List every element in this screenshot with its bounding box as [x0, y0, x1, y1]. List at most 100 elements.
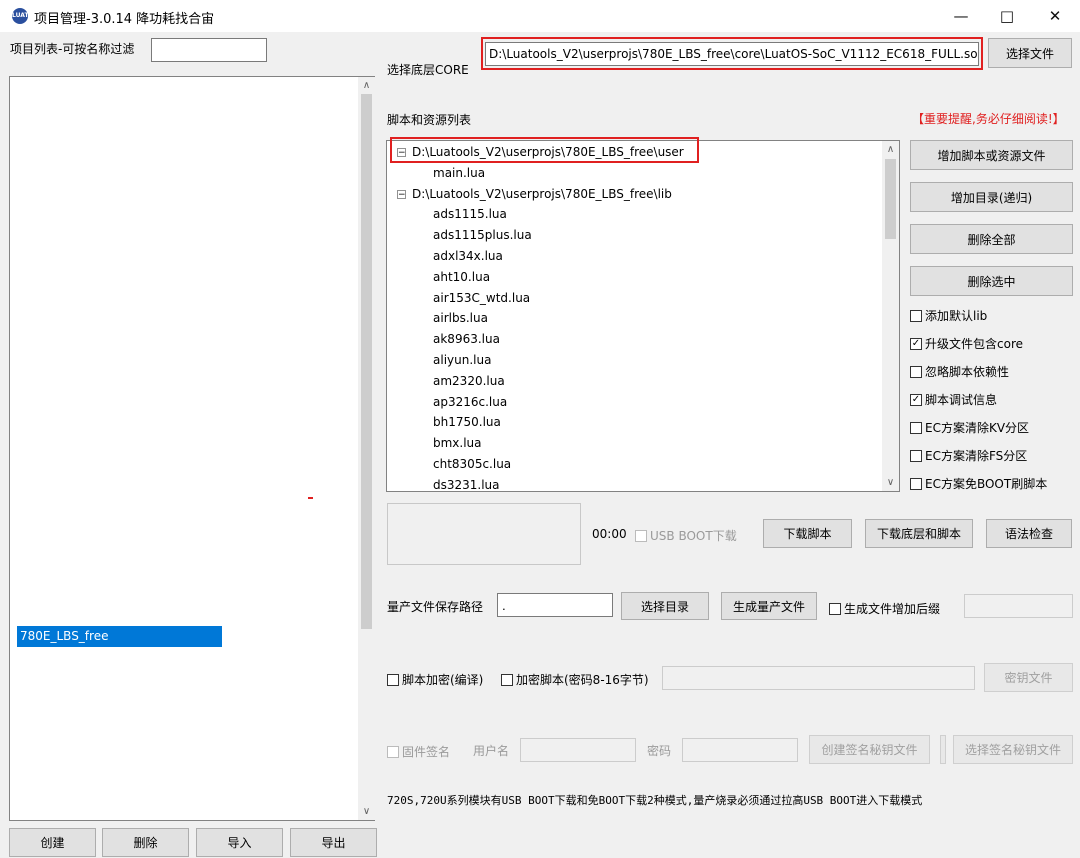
delete-selected-button[interactable]: 删除选中: [910, 266, 1073, 296]
tree-item-label: D:\Luatools_V2\userprojs\780E_LBS_free\l…: [412, 186, 672, 201]
core-path-input[interactable]: D:\Luatools_V2\userprojs\780E_LBS_free\c…: [485, 42, 979, 66]
add-suffix-checkbox[interactable]: [829, 602, 841, 615]
option-checkbox-row[interactable]: EC方案免BOOT刷脚本: [910, 475, 1047, 492]
password-encrypt-checkbox-row[interactable]: 加密脚本(密码8-16字节): [501, 671, 649, 688]
scroll-up-icon[interactable]: ∧: [882, 141, 899, 158]
close-icon[interactable]: ✕: [1032, 0, 1078, 32]
option-checkbox-row[interactable]: 添加默认lib: [910, 307, 987, 324]
tree-file[interactable]: ds3231.lua: [433, 475, 500, 491]
option-checkbox-row[interactable]: 忽略脚本依赖性: [910, 363, 1009, 380]
tree-folder[interactable]: − D:\Luatools_V2\userprojs\780E_LBS_free\…: [397, 184, 672, 205]
script-tree-scrollbar[interactable]: ∧ ∨: [882, 141, 899, 491]
option-checkbox-row[interactable]: ✓ 脚本调试信息: [910, 391, 997, 408]
firmware-sign-checkbox-row[interactable]: 固件签名: [387, 743, 450, 760]
option-checkbox-row[interactable]: ✓ 升级文件包含core: [910, 335, 1023, 352]
tree-item-label: aliyun.lua: [433, 353, 492, 367]
project-filter-input[interactable]: [151, 38, 267, 62]
tree-item-label: aht10.lua: [433, 269, 491, 284]
tree-item-label: ads1115.lua: [433, 207, 507, 222]
tree-item-label: ap3216c.lua: [433, 394, 508, 409]
compile-encrypt-checkbox-row[interactable]: 脚本加密(编译): [387, 671, 483, 688]
add-suffix-label: 生成文件增加后缀: [844, 602, 941, 616]
delete-all-button[interactable]: 删除全部: [910, 224, 1073, 254]
add-script-button[interactable]: 增加脚本或资源文件: [910, 140, 1073, 170]
important-warning-link[interactable]: 【重要提醒,务必仔细阅读!】: [912, 110, 1065, 127]
tree-file[interactable]: adxl34x.lua: [433, 246, 503, 267]
option-label: 升级文件包含core: [925, 337, 1023, 351]
option-label: 添加默认lib: [925, 309, 988, 323]
maximize-icon[interactable]: □: [984, 0, 1030, 32]
password-label: 密码: [647, 744, 672, 758]
option-checkbox-row[interactable]: EC方案清除FS分区: [910, 447, 1027, 464]
tree-file[interactable]: ads1115plus.lua: [433, 225, 532, 246]
tree-file[interactable]: ak8963.lua: [433, 329, 500, 350]
option-checkbox[interactable]: ✓: [910, 393, 922, 406]
project-list[interactable]: 780E_LBS_free ∧ ∨: [9, 76, 375, 821]
usb-boot-checkbox-row[interactable]: USB BOOT下载: [635, 527, 737, 544]
tree-file[interactable]: air153C_wtd.lua: [433, 288, 530, 309]
download-script-button[interactable]: 下载脚本: [763, 519, 852, 548]
encrypt-password-input[interactable]: [662, 666, 975, 690]
import-project-button[interactable]: 导入: [196, 828, 283, 857]
tree-file[interactable]: bh1750.lua: [433, 412, 501, 433]
create-project-button[interactable]: 创建: [9, 828, 96, 857]
username-input[interactable]: [520, 738, 636, 762]
firmware-sign-checkbox[interactable]: [387, 745, 399, 758]
option-checkbox[interactable]: [910, 477, 922, 490]
tree-file[interactable]: main.lua: [433, 163, 485, 184]
tree-file[interactable]: ap3216c.lua: [433, 392, 507, 413]
production-path-label: 量产文件保存路径: [387, 600, 484, 614]
syntax-check-button[interactable]: 语法检查: [986, 519, 1072, 548]
create-sign-key-button[interactable]: 创建签名秘钥文件: [809, 735, 930, 764]
delete-project-button[interactable]: 删除: [102, 828, 189, 857]
password-input[interactable]: [682, 738, 798, 762]
tree-file[interactable]: ads1115.lua: [433, 204, 507, 225]
password-encrypt-label: 加密脚本(密码8-16字节): [516, 673, 649, 687]
core-label: 选择底层CORE: [387, 63, 469, 77]
app-logo-icon: LUAT: [12, 8, 29, 24]
select-directory-button[interactable]: 选择目录: [621, 592, 709, 620]
option-label: 脚本调试信息: [925, 393, 998, 407]
option-checkbox[interactable]: [910, 449, 922, 462]
usb-boot-checkbox[interactable]: [635, 529, 647, 542]
user-dir-highlight: [390, 137, 699, 163]
add-suffix-checkbox-row[interactable]: 生成文件增加后缀: [829, 600, 940, 617]
tree-file[interactable]: airlbs.lua: [433, 308, 488, 329]
tree-file[interactable]: cht8305c.lua: [433, 454, 511, 475]
select-core-file-button[interactable]: 选择文件: [988, 38, 1072, 68]
scroll-down-icon[interactable]: ∨: [358, 803, 375, 820]
tree-file[interactable]: bmx.lua: [433, 433, 482, 454]
firmware-sign-label: 固件签名: [402, 745, 451, 759]
option-checkbox[interactable]: [910, 421, 922, 434]
script-tree[interactable]: − D:\Luatools_V2\userprojs\780E_LBS_free\…: [386, 140, 900, 492]
download-core-and-script-button[interactable]: 下载底层和脚本: [865, 519, 973, 548]
tree-file[interactable]: am2320.lua: [433, 371, 505, 392]
export-project-button[interactable]: 导出: [290, 828, 377, 857]
password-encrypt-checkbox[interactable]: [501, 673, 513, 686]
production-path-input[interactable]: [497, 593, 613, 617]
compile-encrypt-checkbox[interactable]: [387, 673, 399, 686]
option-checkbox[interactable]: [910, 309, 922, 322]
option-checkbox[interactable]: ✓: [910, 337, 922, 350]
tree-item-label: adxl34x.lua: [433, 249, 503, 263]
add-directory-button[interactable]: 增加目录(递归): [910, 182, 1073, 212]
scroll-thumb[interactable]: [885, 159, 896, 239]
select-sign-key-button[interactable]: 选择签名秘钥文件: [953, 735, 1073, 764]
collapse-icon[interactable]: −: [397, 189, 406, 199]
key-file-button[interactable]: 密钥文件: [984, 663, 1073, 692]
minimize-icon[interactable]: —: [938, 0, 984, 32]
project-list-item-selected[interactable]: 780E_LBS_free: [17, 626, 222, 647]
tree-item-label: bh1750.lua: [433, 415, 501, 430]
option-checkbox-row[interactable]: EC方案清除KV分区: [910, 419, 1029, 436]
suffix-input[interactable]: [964, 594, 1073, 618]
scroll-up-icon[interactable]: ∧: [358, 77, 375, 94]
scroll-thumb[interactable]: [361, 94, 372, 629]
generate-production-file-button[interactable]: 生成量产文件: [721, 592, 817, 620]
tree-item-label: am2320.lua: [433, 373, 505, 388]
scroll-down-icon[interactable]: ∨: [882, 474, 899, 491]
tree-file[interactable]: aht10.lua: [433, 267, 490, 288]
tree-file[interactable]: aliyun.lua: [433, 350, 491, 371]
option-checkbox[interactable]: [910, 365, 922, 378]
project-list-scrollbar[interactable]: ∧ ∨: [358, 77, 375, 820]
window-title: 项目管理-3.0.14 降功耗找合宙: [34, 12, 215, 27]
